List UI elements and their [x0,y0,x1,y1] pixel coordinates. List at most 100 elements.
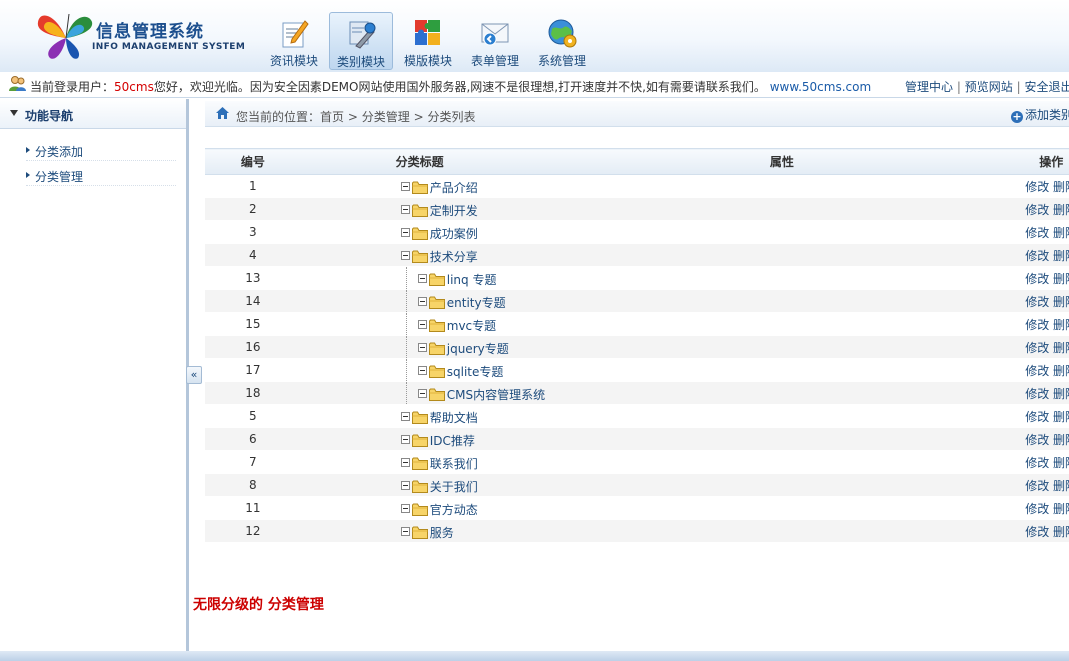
delete-link[interactable]: 删除 [1053,226,1069,240]
delete-link[interactable]: 删除 [1053,203,1069,217]
collapse-toggle-icon[interactable] [417,274,427,283]
category-title-link[interactable]: jquery专题 [447,342,509,356]
delete-link[interactable]: 删除 [1053,295,1069,309]
edit-link[interactable]: 修改 [1025,502,1049,516]
collapse-toggle-icon[interactable] [400,205,410,214]
breadcrumb-category-link[interactable]: 分类管理 [362,110,410,124]
category-title-link[interactable]: sqlite专题 [447,365,504,379]
collapse-toggle-icon[interactable] [400,228,410,237]
delete-link[interactable]: 删除 [1053,479,1069,493]
tree-node[interactable]: jquery专题 [417,340,509,357]
category-title-link[interactable]: CMS内容管理系统 [447,388,545,402]
edit-link[interactable]: 修改 [1025,433,1049,447]
delete-link[interactable]: 删除 [1053,525,1069,539]
delete-link[interactable]: 删除 [1053,180,1069,194]
edit-link[interactable]: 修改 [1025,410,1049,424]
delete-link[interactable]: 删除 [1053,341,1069,355]
tree-node[interactable]: 定制开发 [400,202,478,219]
module-system-button[interactable]: 系统管理 [530,12,594,70]
delete-link[interactable]: 删除 [1053,249,1069,263]
category-title-link[interactable]: mvc专题 [447,319,496,333]
module-news-button[interactable]: 资讯模块 [262,12,326,70]
module-category-button[interactable]: 类别模块 [329,12,393,70]
edit-link[interactable]: 修改 [1025,479,1049,493]
delete-link[interactable]: 删除 [1053,364,1069,378]
edit-link[interactable]: 修改 [1025,525,1049,539]
tree-node[interactable]: mvc专题 [417,317,496,334]
collapse-toggle-icon[interactable] [417,297,427,306]
category-title-link[interactable]: 定制开发 [430,204,478,218]
site-url-link[interactable]: www.50cms.com [770,80,871,94]
category-title-link[interactable]: 联系我们 [430,457,478,471]
delete-link[interactable]: 删除 [1053,502,1069,516]
collapse-toggle-icon[interactable] [400,251,410,260]
tree-node[interactable]: 帮助文档 [400,409,478,426]
sidebar-item-category-add[interactable]: 分类添加 [26,141,176,161]
edit-link[interactable]: 修改 [1025,295,1049,309]
category-title-link[interactable]: 成功案例 [430,227,478,241]
tree-node[interactable]: 技术分享 [400,248,478,265]
edit-link[interactable]: 修改 [1025,226,1049,240]
tree-node[interactable]: 官方动态 [400,501,478,518]
tree-node[interactable]: 服务 [400,524,454,541]
delete-link[interactable]: 删除 [1053,387,1069,401]
collapse-toggle-icon[interactable] [400,481,410,490]
tree-node[interactable]: 联系我们 [400,455,478,472]
row-id: 18 [205,381,301,405]
collapse-toggle-icon[interactable] [400,527,410,536]
category-title-link[interactable]: entity专题 [447,296,506,310]
category-title-link[interactable]: 帮助文档 [430,411,478,425]
module-template-button[interactable]: 模版模块 [396,12,460,70]
tree-node[interactable]: entity专题 [417,294,506,311]
tree-node[interactable]: CMS内容管理系统 [417,386,545,403]
tree-node[interactable]: linq 专题 [417,271,497,288]
category-title-link[interactable]: 官方动态 [430,503,478,517]
tree-node[interactable]: IDC推荐 [400,432,475,449]
category-title-link[interactable]: 关于我们 [430,480,478,494]
edit-link[interactable]: 修改 [1025,249,1049,263]
tree-node[interactable]: 成功案例 [400,225,478,242]
edit-link[interactable]: 修改 [1025,341,1049,355]
tree-node[interactable]: 关于我们 [400,478,478,495]
tree-node[interactable]: sqlite专题 [417,363,504,380]
delete-link[interactable]: 删除 [1053,410,1069,424]
collapse-toggle-icon[interactable] [400,504,410,513]
sidebar-item-category-manage[interactable]: 分类管理 [26,166,176,186]
delete-link[interactable]: 删除 [1053,318,1069,332]
collapse-toggle-icon[interactable] [400,412,410,421]
collapse-sidebar-button[interactable]: « [186,366,202,384]
delete-link[interactable]: 删除 [1053,272,1069,286]
category-title-link[interactable]: linq 专题 [447,273,497,287]
category-title-link[interactable]: 产品介绍 [430,181,478,195]
edit-link[interactable]: 修改 [1025,364,1049,378]
category-title-link[interactable]: 服务 [430,526,454,540]
collapse-toggle-icon[interactable] [400,182,410,191]
delete-link[interactable]: 删除 [1053,433,1069,447]
edit-link[interactable]: 修改 [1025,456,1049,470]
edit-link[interactable]: 修改 [1025,203,1049,217]
tree-node[interactable]: 产品介绍 [400,179,478,196]
delete-link[interactable]: 删除 [1053,456,1069,470]
edit-link[interactable]: 修改 [1025,387,1049,401]
breadcrumb-home-link[interactable]: 首页 [320,110,344,124]
row-title-cell: mvc专题 [300,312,539,337]
edit-link[interactable]: 修改 [1025,272,1049,286]
module-form-button[interactable]: 表单管理 [463,12,527,70]
edit-link[interactable]: 修改 [1025,180,1049,194]
edit-link[interactable]: 修改 [1025,318,1049,332]
collapse-toggle-icon[interactable] [417,320,427,329]
category-title-link[interactable]: 技术分享 [430,250,478,264]
main-content: 您当前的位置：首页 > 分类管理 > 分类列表 + 添加类别 编号 分类标题 属性… [205,99,1069,651]
collapse-toggle-icon[interactable] [417,389,427,398]
collapse-toggle-icon[interactable] [417,343,427,352]
collapse-toggle-icon[interactable] [400,435,410,444]
collapse-toggle-icon[interactable] [400,458,410,467]
preview-site-link[interactable]: 预览网站 [965,80,1013,94]
current-user: 50cms [114,80,154,94]
sidebar-header[interactable]: 功能导航 [0,99,186,129]
collapse-toggle-icon[interactable] [417,366,427,375]
admin-center-link[interactable]: 管理中心 [905,80,953,94]
category-title-link[interactable]: IDC推荐 [430,434,475,448]
add-category-button[interactable]: + 添加类别 [1011,106,1069,123]
logout-link[interactable]: 安全退出 [1024,80,1069,94]
